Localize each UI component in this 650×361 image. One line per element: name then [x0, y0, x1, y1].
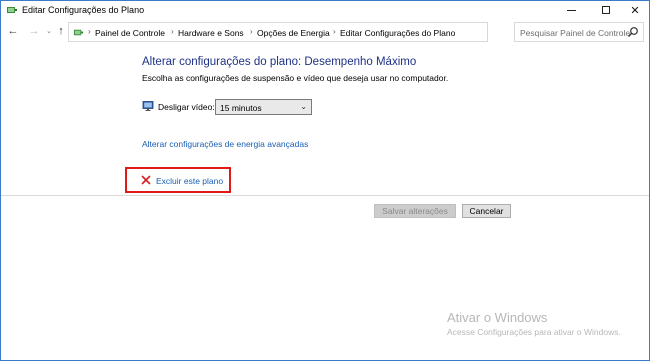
power-options-icon — [7, 7, 17, 13]
delete-plan-highlight: Excluir este plano — [125, 167, 231, 193]
minimize-button[interactable] — [556, 1, 586, 19]
search-input[interactable]: Pesquisar Painel de Controle — [520, 28, 630, 38]
title-bar: Editar Configurações do Plano ✕ — [1, 1, 649, 19]
up-arrow-icon: ↑ — [58, 25, 64, 37]
breadcrumb-separator: › — [250, 27, 253, 36]
breadcrumb-item-editar-configuracoes[interactable]: Editar Configurações do Plano — [340, 28, 455, 38]
search-icon[interactable] — [627, 26, 639, 38]
chevron-down-icon: ⌄ — [300, 102, 307, 111]
search-box[interactable]: Pesquisar Painel de Controle — [514, 22, 644, 42]
maximize-icon — [602, 6, 610, 14]
activate-windows-title: Ativar o Windows — [447, 310, 548, 325]
close-icon: ✕ — [630, 4, 640, 17]
save-button[interactable]: Salvar alterações — [374, 204, 456, 218]
display-off-label: Desligar vídeo: — [158, 102, 215, 112]
monitor-icon — [142, 101, 154, 111]
delete-plan-link[interactable]: Excluir este plano — [156, 176, 223, 186]
page-title: Alterar configurações do plano: Desempen… — [142, 56, 417, 68]
minimize-icon — [566, 9, 576, 11]
breadcrumb-separator: › — [171, 27, 174, 36]
back-button[interactable]: ← — [6, 24, 20, 38]
maximize-button[interactable] — [591, 1, 621, 19]
up-button[interactable]: ↑ — [54, 24, 68, 38]
breadcrumb[interactable]: › Painel de Controle › Hardware e Sons ›… — [68, 22, 488, 42]
cancel-button[interactable]: Cancelar — [462, 204, 511, 218]
display-off-dropdown[interactable]: 15 minutos ⌄ — [215, 99, 312, 115]
forward-button[interactable]: → — [27, 24, 41, 38]
divider — [1, 195, 649, 196]
advanced-settings-link[interactable]: Alterar configurações de energia avançad… — [142, 139, 308, 149]
breadcrumb-item-painel-de-controle[interactable]: Painel de Controle — [95, 28, 165, 38]
breadcrumb-item-hardware-e-sons[interactable]: Hardware e Sons — [178, 28, 244, 38]
close-button[interactable]: ✕ — [620, 1, 650, 19]
address-row: ← → ⌄ ↑ › Painel de Controle › Hardware … — [1, 21, 649, 43]
window: Editar Configurações do Plano ✕ ← → ⌄ ↑ — [0, 0, 650, 361]
window-title: Editar Configurações do Plano — [22, 5, 145, 15]
chevron-down-icon: ⌄ — [46, 28, 52, 35]
breadcrumb-item-opcoes-de-energia[interactable]: Opções de Energia — [257, 28, 330, 38]
forward-arrow-icon: → — [28, 25, 40, 37]
display-off-value: 15 minutos — [220, 103, 262, 113]
breadcrumb-separator: › — [88, 27, 91, 36]
breadcrumb-separator: › — [333, 27, 336, 36]
page-description: Escolha as configurações de suspensão e … — [142, 73, 449, 83]
delete-x-icon[interactable] — [140, 174, 152, 186]
activate-windows-subtitle: Acesse Configurações para ativar o Windo… — [447, 327, 621, 337]
control-panel-icon — [73, 29, 84, 36]
back-arrow-icon: ← — [7, 25, 19, 37]
